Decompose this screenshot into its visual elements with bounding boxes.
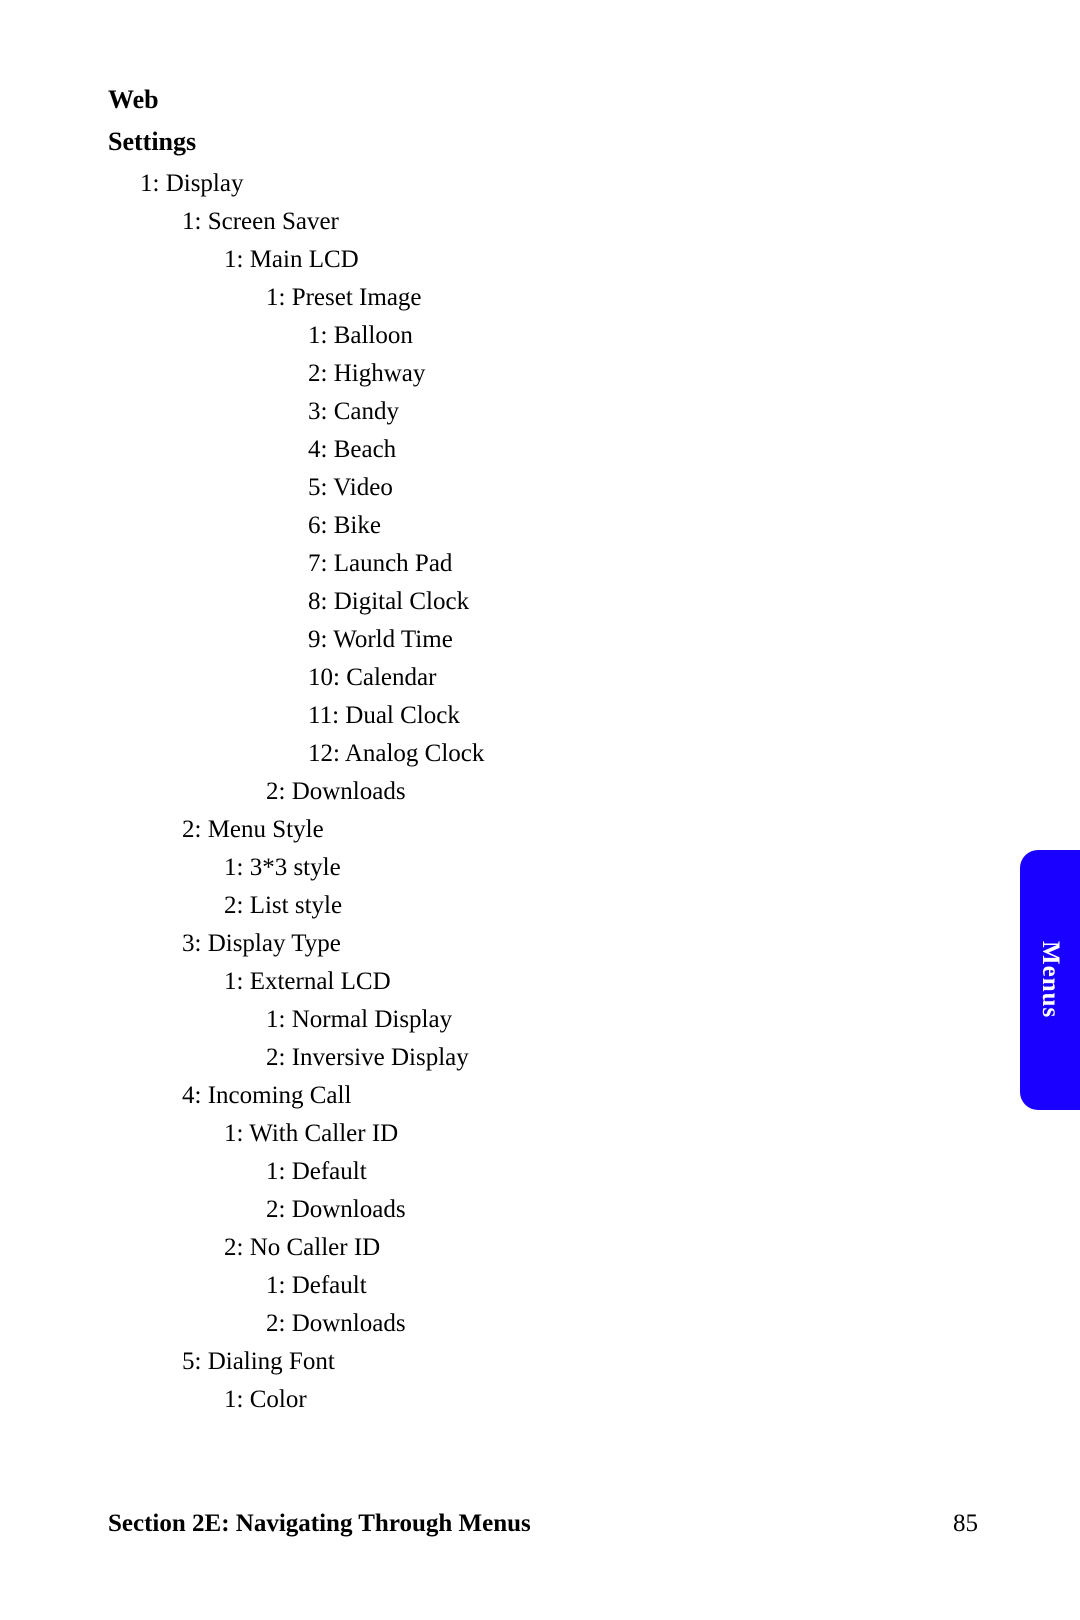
item-dialing-font: 5: Dialing Font bbox=[182, 1343, 868, 1381]
item-ncid-default: 1: Default bbox=[266, 1267, 868, 1305]
item-world-time: 9: World Time bbox=[308, 621, 868, 659]
item-inversive-display: 2: Inversive Display bbox=[266, 1039, 868, 1077]
item-list-style: 2: List style bbox=[224, 887, 868, 925]
heading-web: Web bbox=[108, 80, 868, 120]
item-ncid-downloads: 2: Downloads bbox=[266, 1305, 868, 1343]
item-video: 5: Video bbox=[308, 469, 868, 507]
item-dual-clock: 11: Dual Clock bbox=[308, 697, 868, 735]
item-display-type: 3: Display Type bbox=[182, 925, 868, 963]
item-no-caller-id: 2: No Caller ID bbox=[224, 1229, 868, 1267]
item-calendar: 10: Calendar bbox=[308, 659, 868, 697]
item-color: 1: Color bbox=[224, 1381, 868, 1419]
item-normal-display: 1: Normal Display bbox=[266, 1001, 868, 1039]
item-3x3-style: 1: 3*3 style bbox=[224, 849, 868, 887]
footer-section: Section 2E: Navigating Through Menus bbox=[108, 1510, 531, 1538]
page-content: Web Settings 1: Display 1: Screen Saver … bbox=[108, 80, 868, 1419]
item-balloon: 1: Balloon bbox=[308, 317, 868, 355]
item-main-lcd: 1: Main LCD bbox=[224, 241, 868, 279]
item-bike: 6: Bike bbox=[308, 507, 868, 545]
item-candy: 3: Candy bbox=[308, 393, 868, 431]
side-tab: Menus bbox=[1020, 850, 1080, 1110]
footer-page-number: 85 bbox=[953, 1510, 978, 1538]
heading-settings: Settings bbox=[108, 122, 868, 162]
item-menu-style: 2: Menu Style bbox=[182, 811, 868, 849]
item-highway: 2: Highway bbox=[308, 355, 868, 393]
item-wcid-default: 1: Default bbox=[266, 1153, 868, 1191]
item-display: 1: Display bbox=[140, 165, 868, 203]
page-footer: Section 2E: Navigating Through Menus 85 bbox=[108, 1510, 978, 1538]
item-downloads-1: 2: Downloads bbox=[266, 773, 868, 811]
item-analog-clock: 12: Analog Clock bbox=[308, 735, 868, 773]
item-launch-pad: 7: Launch Pad bbox=[308, 545, 868, 583]
item-external-lcd: 1: External LCD bbox=[224, 963, 868, 1001]
item-incoming-call: 4: Incoming Call bbox=[182, 1077, 868, 1115]
item-beach: 4: Beach bbox=[308, 431, 868, 469]
item-preset-image: 1: Preset Image bbox=[266, 279, 868, 317]
side-tab-label: Menus bbox=[1036, 941, 1064, 1018]
item-screen-saver: 1: Screen Saver bbox=[182, 203, 868, 241]
item-wcid-downloads: 2: Downloads bbox=[266, 1191, 868, 1229]
item-with-caller-id: 1: With Caller ID bbox=[224, 1115, 868, 1153]
item-digital-clock: 8: Digital Clock bbox=[308, 583, 868, 621]
